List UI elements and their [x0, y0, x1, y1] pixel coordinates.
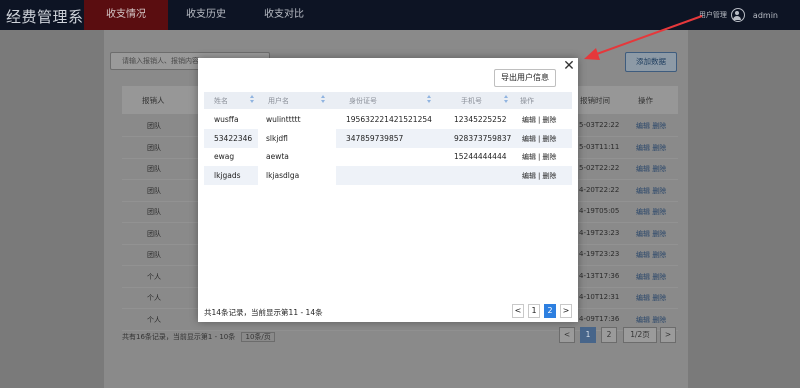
annotation-arrow-icon — [584, 15, 703, 60]
